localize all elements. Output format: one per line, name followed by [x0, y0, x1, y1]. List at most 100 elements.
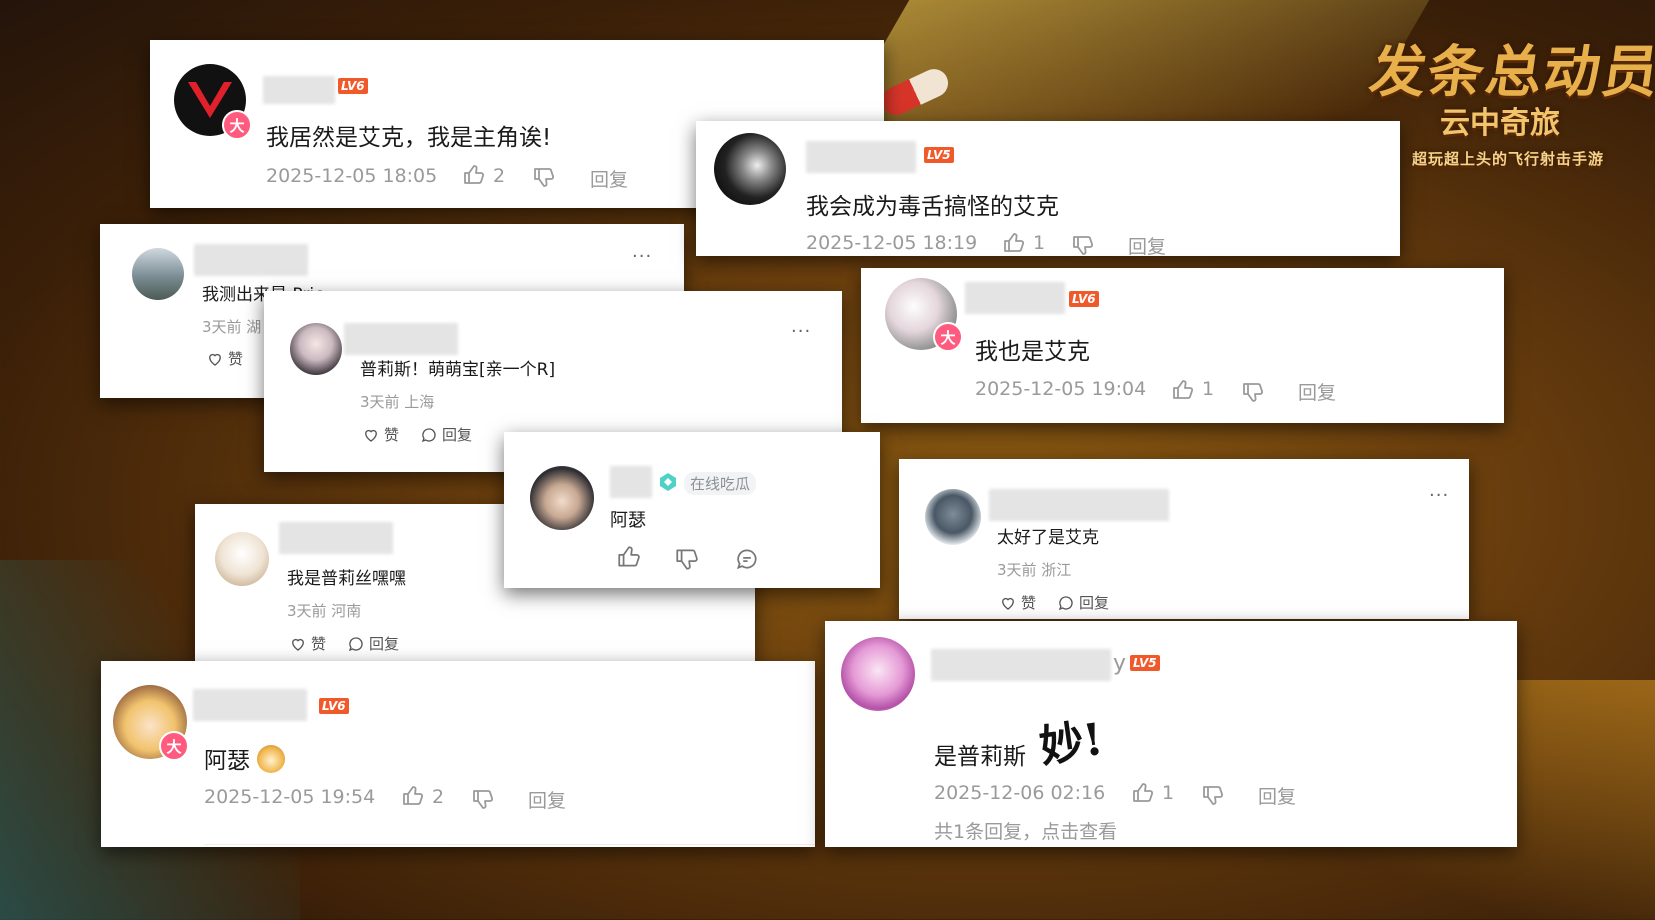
comment-text: 我是普莉丝嘿嘿	[287, 569, 406, 589]
logo-subtitle: 云中奇旅	[1440, 106, 1560, 141]
username-blurred[interactable]	[610, 466, 652, 498]
comment-time: 2025-12-05 19:54	[204, 786, 376, 808]
heart-icon	[292, 638, 304, 651]
comment-meta: 3天前 湖	[202, 318, 262, 336]
thumbs-up-icon[interactable]	[462, 163, 486, 187]
like-label: 赞	[228, 350, 244, 368]
more-options-icon[interactable]: ···	[791, 321, 811, 342]
like-label: 赞	[384, 426, 400, 444]
avatar[interactable]	[290, 323, 342, 375]
thumbs-up-icon[interactable]	[1131, 781, 1155, 805]
comment-bubble-icon	[421, 427, 436, 442]
divider	[204, 844, 815, 845]
like-button[interactable]: 赞	[206, 348, 243, 369]
comment-card-9: 大 LV6 阿瑟 2025-12-05 19:54 2 回复	[101, 661, 815, 847]
like-button[interactable]: 赞	[999, 592, 1036, 613]
game-logo: 发条总动员 云中奇旅 超玩超上头的飞行射击手游	[1366, 40, 1655, 190]
logo-title: 发条总动员	[1365, 40, 1655, 105]
comment-card-2: LV5 我会成为毒舌搞怪的艾克 2025-12-05 18:19 1 回复	[696, 121, 1400, 259]
comment-meta: 3天前 上海	[360, 393, 435, 411]
reply-button[interactable]: 回复	[1258, 782, 1296, 809]
avatar[interactable]	[925, 489, 981, 545]
comment-text: 我会成为毒舌搞怪的艾克	[806, 194, 1059, 220]
thumbs-down-icon[interactable]	[532, 165, 556, 189]
like-button[interactable]: 赞	[362, 424, 399, 445]
comment-bubble-icon	[1058, 595, 1073, 610]
thumbs-up-icon[interactable]	[1171, 378, 1195, 402]
miao-sticker: 妙!	[1036, 713, 1107, 774]
more-options-icon[interactable]: ···	[632, 246, 652, 267]
username-blurred[interactable]	[194, 244, 308, 276]
thumbs-up-icon[interactable]	[1002, 231, 1026, 255]
like-label: 赞	[311, 635, 327, 653]
thumbs-down-icon[interactable]	[1071, 233, 1095, 257]
username-blurred[interactable]	[989, 489, 1169, 521]
avatar[interactable]	[841, 637, 915, 711]
avatar[interactable]	[714, 133, 786, 205]
avatar[interactable]	[530, 466, 594, 530]
username-blurred[interactable]	[193, 689, 307, 721]
like-label: 赞	[1021, 594, 1037, 612]
comment-bubble-icon[interactable]	[734, 546, 760, 572]
reply-label: 回复	[1079, 594, 1110, 612]
big-member-badge: 大	[222, 110, 252, 140]
comment-text: 阿瑟	[204, 741, 286, 775]
thumbs-up-icon[interactable]	[616, 544, 642, 570]
like-count: 1	[1033, 232, 1046, 254]
thumbs-down-icon[interactable]	[674, 546, 700, 572]
big-member-badge: 大	[159, 731, 189, 761]
reply-button[interactable]: 回复	[528, 786, 566, 813]
thumbs-down-icon[interactable]	[1241, 380, 1265, 404]
username-blurred[interactable]	[931, 649, 1111, 681]
level-badge: LV5	[924, 147, 954, 163]
like-count: 1	[1162, 782, 1175, 804]
username-tail: y	[1113, 651, 1127, 676]
reply-label: 回复	[369, 635, 400, 653]
reply-button[interactable]: 回复	[1057, 592, 1109, 613]
comment-time: 2025-12-05 18:05	[266, 165, 438, 187]
comment-text: 阿瑟	[610, 510, 646, 531]
verified-gem-icon	[658, 472, 678, 492]
username-blurred[interactable]	[806, 141, 916, 173]
heart-icon	[209, 353, 221, 366]
reply-button[interactable]: 回复	[1128, 232, 1166, 259]
comment-text: 我居然是艾克，我是主角诶!	[266, 125, 552, 151]
level-badge: LV5	[1130, 655, 1160, 671]
comment-text: 太好了是艾克	[997, 528, 1099, 548]
comment-card-6: 在线吃瓜 阿瑟	[504, 432, 880, 588]
logo-tagline: 超玩超上头的飞行射击手游	[1412, 150, 1605, 168]
comment-meta: 3天前 河南	[287, 602, 362, 620]
view-replies-link[interactable]: 共1条回复，点击查看	[934, 817, 1117, 844]
like-count: 2	[432, 786, 445, 808]
username-blurred[interactable]	[263, 76, 335, 104]
comment-bubble-icon	[348, 636, 363, 651]
comment-text: 我也是艾克	[975, 339, 1090, 365]
comment-time: 2025-12-06 02:16	[934, 782, 1106, 804]
reply-button[interactable]: 回复	[590, 165, 628, 192]
reply-button[interactable]: 回复	[347, 633, 399, 654]
avatar[interactable]	[132, 248, 184, 300]
like-count: 2	[493, 165, 506, 187]
comment-card-5: 大 LV6 我也是艾克 2025-12-05 19:04 1 回复	[861, 268, 1504, 423]
more-options-icon[interactable]: ···	[1429, 485, 1449, 506]
comment-text: 普莉斯！萌萌宝[亲一个R]	[360, 360, 556, 380]
comment-text-body: 阿瑟	[204, 748, 250, 774]
comment-text: 是普莉斯	[934, 744, 1026, 770]
comment-time: 2025-12-05 19:04	[975, 378, 1147, 400]
big-member-badge: 大	[933, 322, 963, 352]
thumbs-down-icon[interactable]	[1201, 783, 1225, 807]
avatar[interactable]	[215, 532, 269, 586]
comment-card-10: y LV5 是普莉斯 妙! 2025-12-06 02:16 1 回复 共1条回…	[825, 621, 1517, 847]
level-badge: LV6	[1069, 291, 1099, 307]
comment-meta: 3天前 浙江	[997, 561, 1072, 579]
thumbs-up-icon[interactable]	[401, 784, 425, 808]
reply-button[interactable]: 回复	[420, 424, 472, 445]
like-button[interactable]: 赞	[289, 633, 326, 654]
reply-button[interactable]: 回复	[1298, 378, 1336, 405]
thumbs-down-icon[interactable]	[471, 787, 495, 811]
username-blurred[interactable]	[965, 282, 1065, 314]
like-count: 1	[1202, 378, 1215, 400]
username-blurred[interactable]	[344, 323, 458, 355]
username-blurred[interactable]	[279, 522, 393, 554]
status-tag: 在线吃瓜	[684, 472, 757, 495]
